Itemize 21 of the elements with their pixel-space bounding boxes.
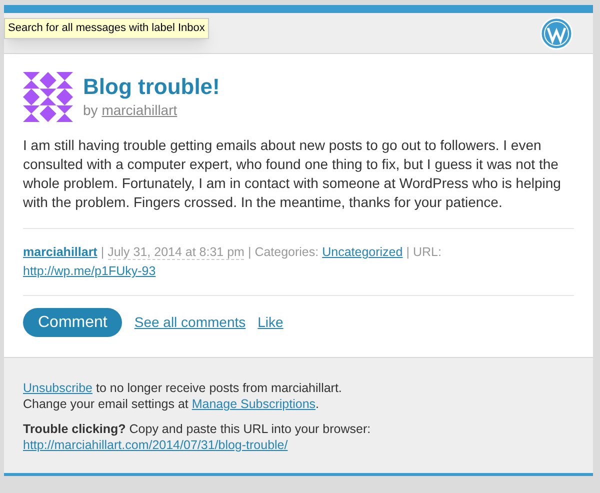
trouble-text: Trouble clicking? Copy and paste this URL into your browser: bbox=[23, 421, 372, 437]
short-url-link[interactable]: http://wp.me/p1FUky-93 bbox=[23, 264, 156, 278]
wordpress-logo-icon bbox=[540, 16, 573, 50]
post-date: July 31, 2014 at 8:31 pm bbox=[108, 245, 244, 260]
post-body: I am still having trouble getting emails about new posts to go out to followers. I even consulted with a computer expert, who found one thing to fix, but I guess it was not the whole problem. Fortunately, I am in contact with someone at WordPress who is helping with the problem. Fingers crossed. In the meantime, thanks for your patience. bbox=[23, 136, 574, 229]
unsubscribe-text: Unsubscribe to no longer receive posts from marciahillart. bbox=[23, 380, 343, 396]
post-meta: marciahillart | July 31, 2014 at 8:31 pm | Categories: Uncategorized | URL: http://wp.me/p1FUky-93 bbox=[23, 243, 574, 296]
settings-text: Change your email settings at Manage Subscriptions. bbox=[23, 396, 320, 412]
author-link[interactable]: marciahillart bbox=[23, 245, 98, 259]
unsubscribe-link[interactable]: Unsubscribe bbox=[23, 381, 92, 395]
action-link[interactable]: Like bbox=[258, 312, 284, 333]
manage-subscriptions-link[interactable]: Manage Subscriptions bbox=[192, 397, 316, 411]
comment-button[interactable]: Comment bbox=[23, 308, 122, 337]
byline: by marciahillart bbox=[83, 101, 178, 120]
identicon-icon bbox=[23, 72, 73, 122]
action-link[interactable]: See all comments bbox=[134, 312, 246, 333]
post-url-link[interactable]: http://marciahillart.com/2014/07/31/blog-trouble/ bbox=[23, 438, 288, 452]
post-title[interactable]: Blog trouble! bbox=[83, 72, 220, 100]
category-link[interactable]: Uncategorized bbox=[322, 245, 403, 259]
tooltip: Search for all messages with label Inbox bbox=[4, 18, 209, 38]
author-link[interactable]: marciahillart bbox=[102, 102, 178, 118]
